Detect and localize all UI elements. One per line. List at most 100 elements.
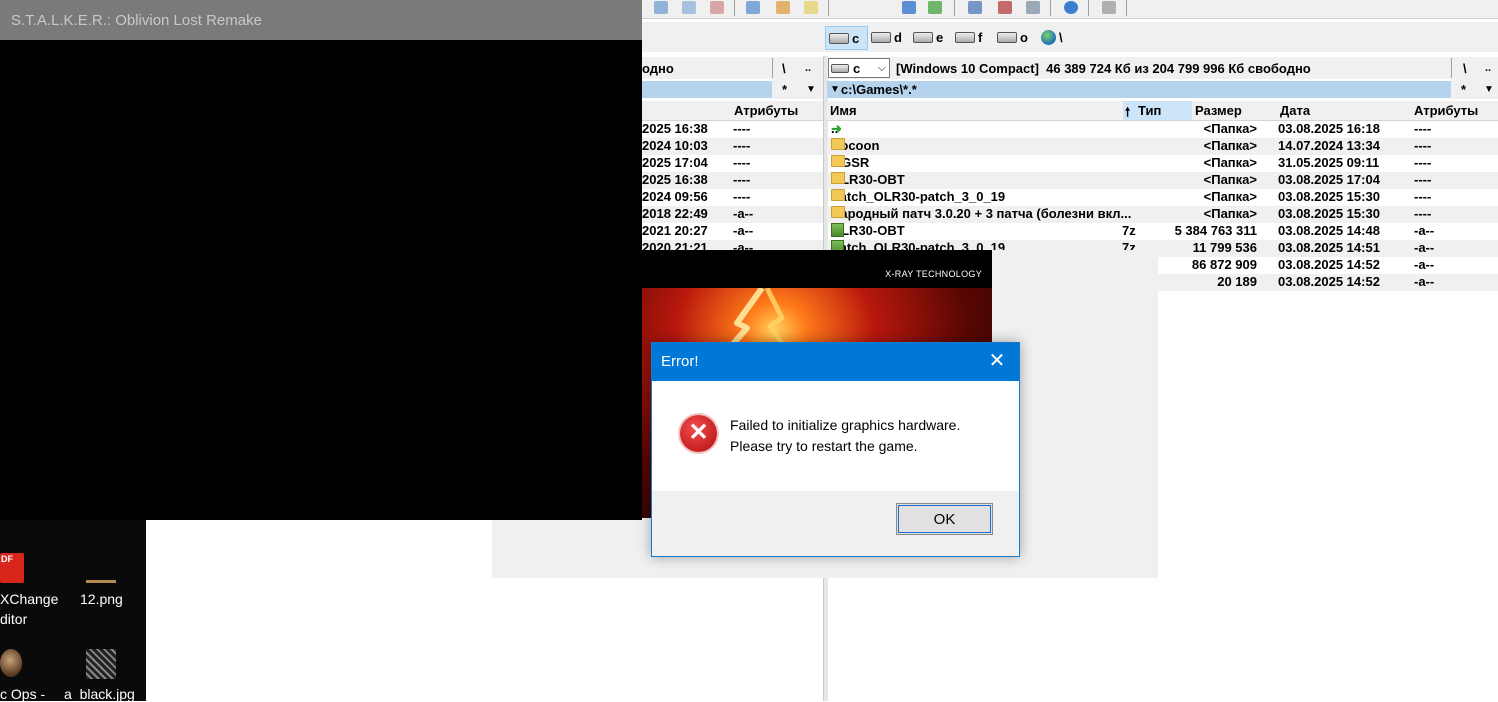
left-file-row[interactable]: 2024 09:56 ----: [642, 189, 823, 206]
right-root-button[interactable]: \: [1463, 61, 1467, 76]
file-attr-cell: ----: [1414, 155, 1432, 170]
file-name-text: Patch_OLR30-patch_3_0_19: [831, 189, 1006, 204]
drive-button-o[interactable]: o: [997, 26, 1028, 48]
name-column-header[interactable]: Имя: [830, 103, 857, 118]
file-name-cell: Народный патч 3.0.20 + 3 патча (болезни …: [831, 206, 1131, 221]
file-date-cell: 03.08.2025 14:51: [1278, 240, 1380, 255]
left-row-attr: ----: [733, 138, 751, 153]
desktop-icon-label[interactable]: ditor: [0, 611, 27, 627]
left-file-row[interactable]: 2018 22:49 -a--: [642, 206, 823, 223]
right-file-row[interactable]: Народный патч 3.0.20 + 3 патча (болезни …: [827, 206, 1498, 223]
find-files-icon[interactable]: [654, 1, 668, 14]
right-file-row[interactable]: Patch_OLR30-patch_3_0_19 <Папка> 03.08.202…: [827, 189, 1498, 206]
right-up-button[interactable]: ..: [1485, 62, 1491, 74]
file-name-text: Народный патч 3.0.20 + 3 патча (болезни …: [831, 206, 1132, 221]
edit-icon[interactable]: [776, 1, 790, 14]
drive-button-d[interactable]: d: [871, 26, 902, 48]
file-size-cell: <Папка>: [1203, 172, 1257, 187]
file-name-cell: Patch_OLR30-patch_3_0_19: [831, 189, 1005, 204]
compare-icon[interactable]: [968, 1, 982, 14]
stalker-game-window[interactable]: S.T.A.L.K.E.R.: Oblivion Lost Remake: [0, 0, 642, 520]
file-date-cell: 03.08.2025 17:04: [1278, 172, 1380, 187]
right-history-arrow-icon[interactable]: ▼: [1484, 84, 1494, 95]
right-file-row[interactable]: ➜.. <Папка> 03.08.2025 16:18 ----: [827, 121, 1498, 138]
multi-rename-icon[interactable]: [710, 1, 724, 14]
close-icon[interactable]: ✕: [985, 349, 1009, 373]
right-file-row[interactable]: OGSR <Папка> 31.05.2025 09:11 ----: [827, 155, 1498, 172]
drive-button-f[interactable]: f: [955, 26, 982, 48]
left-row-attr: -a--: [733, 223, 754, 238]
network-root-button[interactable]: \: [1041, 26, 1063, 48]
dialog-title-bar[interactable]: Error! ✕: [652, 343, 1019, 381]
desktop-icon-label[interactable]: XChange: [0, 591, 58, 607]
file-date-cell: 03.08.2025 15:30: [1278, 206, 1380, 221]
left-file-row[interactable]: 2024 10:03 ----: [642, 138, 823, 155]
left-row-date: 2025 17:04: [642, 155, 708, 170]
hard-disk-icon: [913, 31, 933, 43]
drive-button-e[interactable]: e: [913, 26, 943, 48]
date-column-header[interactable]: Дата: [1280, 103, 1310, 118]
web-icon[interactable]: [1064, 1, 1078, 14]
left-root-button[interactable]: \: [782, 61, 786, 76]
desktop-icon-label[interactable]: 12.png: [80, 591, 123, 607]
right-file-row[interactable]: Cocoon <Папка> 14.07.2024 13:34 ----: [827, 138, 1498, 155]
pack-icon[interactable]: [746, 1, 760, 14]
hard-disk-icon: [831, 63, 849, 73]
file-name-cell: OLR30-OBT: [831, 172, 905, 187]
desktop-icon-label[interactable]: a_black.jpg: [64, 686, 135, 702]
right-column-header: Имя 🠕 Тип Размер Дата Атрибуты: [827, 101, 1498, 121]
ok-button[interactable]: OK: [896, 503, 993, 535]
folder-icon: [831, 155, 845, 167]
size-column-header[interactable]: Размер: [1195, 103, 1242, 118]
left-row-date: 2025 16:38: [642, 121, 708, 136]
left-panel-path[interactable]: [642, 81, 772, 98]
globe-icon: [1041, 29, 1056, 45]
left-row-date: 2024 09:56: [642, 189, 708, 204]
drive-button-c[interactable]: c: [825, 26, 868, 50]
right-panel-path[interactable]: ▼ c:\Games\*.*: [827, 81, 1451, 98]
sync-icon[interactable]: [928, 1, 942, 14]
ftp-icon[interactable]: [998, 1, 1012, 14]
left-history-arrow-icon[interactable]: ▼: [806, 84, 816, 95]
left-file-row[interactable]: 2021 20:27 -a--: [642, 223, 823, 240]
left-up-button[interactable]: ..: [805, 62, 811, 74]
stalker-title-bar[interactable]: S.T.A.L.K.E.R.: Oblivion Lost Remake: [0, 0, 642, 40]
file-name-cell: OGSR: [831, 155, 869, 170]
file-attr-cell: -a--: [1414, 240, 1435, 255]
path-history-arrow-icon[interactable]: ▼: [830, 84, 840, 95]
left-filter-button[interactable]: *: [782, 82, 787, 97]
network-root-label: \: [1059, 29, 1063, 45]
left-attr-column[interactable]: Атрибуты: [734, 103, 798, 118]
dialog-title: Error!: [661, 353, 699, 370]
left-file-row[interactable]: 2025 16:38 ----: [642, 121, 823, 138]
network-icon[interactable]: [902, 1, 916, 14]
desktop-icon-label[interactable]: c Ops -: [0, 686, 45, 702]
game-shortcut-icon[interactable]: [0, 649, 22, 677]
left-row-date: 2018 22:49: [642, 206, 708, 221]
image-file-icon[interactable]: [86, 580, 116, 583]
tool-icon[interactable]: [1102, 1, 1116, 14]
file-size-cell: <Папка>: [1203, 121, 1257, 136]
drive-select[interactable]: c ⌵: [828, 58, 890, 78]
file-attr-cell: ----: [1414, 121, 1432, 136]
right-file-row[interactable]: OLR30-OBT <Папка> 03.08.2025 17:04 ----: [827, 172, 1498, 189]
file-size-cell: <Папка>: [1203, 206, 1257, 221]
drive-letter: o: [1020, 29, 1028, 45]
file-size-cell: 11 799 536: [1192, 240, 1257, 255]
attr-column-header[interactable]: Атрибуты: [1414, 103, 1478, 118]
file-attr-cell: -a--: [1414, 223, 1435, 238]
drive-select-value: c: [853, 60, 861, 76]
right-file-row[interactable]: OLR30-OBT 7z 5 384 763 311 03.08.2025 14:48…: [827, 223, 1498, 240]
file-name-cell: OLR30-OBT: [831, 223, 905, 238]
image-file-icon[interactable]: [86, 649, 116, 679]
hard-disk-icon: [829, 32, 849, 44]
pdf-xchange-icon[interactable]: DF: [0, 553, 24, 583]
left-file-row[interactable]: 2025 17:04 ----: [642, 155, 823, 172]
file-name-cell: ➜..: [831, 121, 842, 136]
right-filter-button[interactable]: *: [1461, 82, 1466, 97]
left-file-row[interactable]: 2025 16:38 ----: [642, 172, 823, 189]
view-icon[interactable]: [682, 1, 696, 14]
notes-icon[interactable]: [804, 1, 818, 14]
settings-icon[interactable]: [1026, 1, 1040, 14]
file-date-cell: 31.05.2025 09:11: [1278, 155, 1380, 170]
